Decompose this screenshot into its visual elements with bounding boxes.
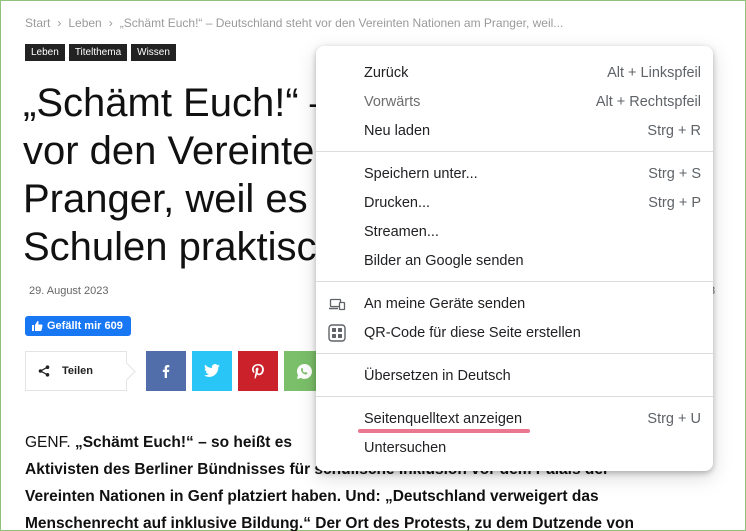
- menu-item-back[interactable]: Zurück Alt + Linkspfeil: [316, 58, 713, 87]
- menu-item-label: Bilder an Google senden: [364, 252, 524, 269]
- pinterest-share-button[interactable]: [238, 351, 278, 391]
- devices-icon: [329, 298, 346, 311]
- menu-divider: [316, 151, 713, 152]
- menu-item-label: Zurück: [364, 64, 409, 81]
- menu-item-google-images[interactable]: Bilder an Google senden: [316, 246, 713, 275]
- menu-item-label: Neu laden: [364, 122, 431, 139]
- menu-divider: [316, 353, 713, 354]
- whatsapp-icon: [296, 363, 312, 379]
- article-lead-bold: „Schämt Euch!“ – so heißt es: [74, 434, 293, 451]
- breadcrumb: Start › Leben › „Schämt Euch!“ – Deutschland…: [25, 16, 563, 30]
- menu-item-label: Streamen...: [364, 223, 439, 240]
- menu-item-label: Speichern unter...: [364, 165, 478, 182]
- breadcrumb-start[interactable]: Start: [25, 16, 50, 30]
- facebook-like-label: Gefällt mir 609: [47, 320, 123, 332]
- menu-item-reload[interactable]: Neu laden Strg + R: [316, 116, 713, 145]
- facebook-like-button[interactable]: Gefällt mir 609: [25, 316, 131, 336]
- menu-item-label: An meine Geräte senden: [364, 295, 526, 312]
- menu-item-send-to-devices[interactable]: An meine Geräte senden: [316, 289, 713, 318]
- menu-item-shortcut: Strg + U: [647, 410, 701, 427]
- article-line: Vereinten Nationen in Genf platziert hab…: [25, 483, 725, 510]
- menu-item-cast[interactable]: Streamen...: [316, 217, 713, 246]
- menu-item-label: Drucken...: [364, 194, 431, 211]
- menu-item-forward[interactable]: Vorwärts Alt + Rechtspfeil: [316, 87, 713, 116]
- menu-item-label: QR-Code für diese Seite erstellen: [364, 324, 581, 341]
- menu-item-qr-code[interactable]: QR-Code für diese Seite erstellen: [316, 318, 713, 347]
- menu-item-shortcut: Strg + P: [648, 194, 701, 211]
- menu-item-label: Untersuchen: [364, 439, 447, 456]
- menu-item-shortcut: Alt + Rechtspfeil: [595, 93, 701, 110]
- menu-item-save-as[interactable]: Speichern unter... Strg + S: [316, 159, 713, 188]
- tag-leben[interactable]: Leben: [25, 44, 65, 61]
- share-label: Teilen: [62, 365, 93, 377]
- tag-wissen[interactable]: Wissen: [131, 44, 176, 61]
- facebook-share-button[interactable]: [146, 351, 186, 391]
- thumbs-up-icon: [32, 321, 43, 331]
- pinterest-icon: [252, 363, 264, 379]
- breadcrumb-leben[interactable]: Leben: [68, 16, 101, 30]
- qr-code-icon: [328, 324, 346, 342]
- article-line: Menschenrecht auf inklusive Bildung.“ De…: [25, 510, 725, 531]
- menu-item-inspect[interactable]: Untersuchen: [316, 433, 713, 462]
- menu-item-print[interactable]: Drucken... Strg + P: [316, 188, 713, 217]
- menu-item-label: Seitenquelltext anzeigen: [364, 410, 523, 427]
- highlight-underline: [358, 429, 530, 433]
- menu-item-shortcut: Strg + R: [647, 122, 701, 139]
- article-dateline: GENF.: [25, 434, 75, 451]
- menu-item-translate[interactable]: Übersetzen in Deutsch: [316, 361, 713, 390]
- article-lead-bold: Vereinten Nationen in Genf platziert hab…: [25, 488, 599, 505]
- menu-item-shortcut: Strg + S: [648, 165, 701, 182]
- breadcrumb-separator: ›: [57, 16, 62, 30]
- article-lead-bold: Menschenrecht auf inklusive Bildung.“ De…: [25, 515, 634, 531]
- menu-item-label: Vorwärts: [364, 93, 421, 110]
- share-button[interactable]: Teilen: [25, 351, 127, 391]
- publish-date: 29. August 2023: [29, 285, 109, 297]
- twitter-icon: [204, 364, 220, 377]
- breadcrumb-separator: ›: [108, 16, 113, 30]
- breadcrumb-current: „Schämt Euch!“ – Deutschland steht vor d…: [119, 16, 564, 30]
- share-icon: [38, 365, 50, 377]
- tag-titelthema[interactable]: Titelthema: [68, 44, 128, 61]
- menu-divider: [316, 281, 713, 282]
- menu-item-shortcut: Alt + Linkspfeil: [607, 64, 701, 81]
- menu-item-label: Übersetzen in Deutsch: [364, 367, 511, 384]
- category-tags: Leben Titelthema Wissen: [25, 44, 176, 61]
- facebook-icon: [162, 365, 170, 378]
- menu-divider: [316, 396, 713, 397]
- browser-context-menu: Zurück Alt + Linkspfeil Vorwärts Alt + R…: [316, 46, 713, 471]
- twitter-share-button[interactable]: [192, 351, 232, 391]
